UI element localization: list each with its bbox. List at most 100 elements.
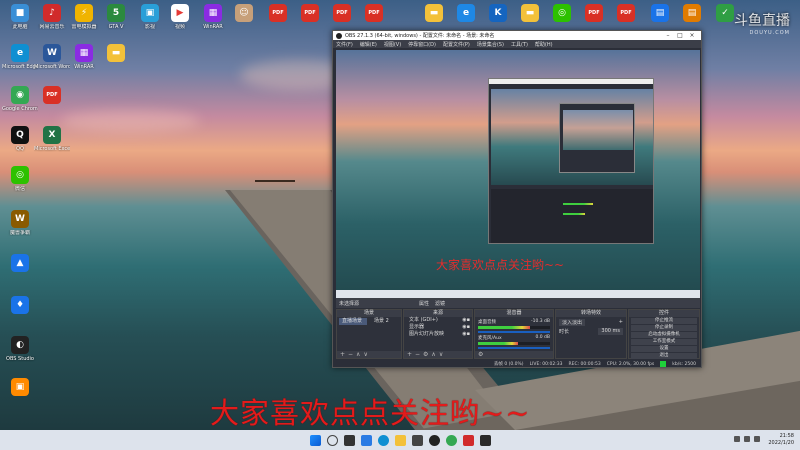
desktop-shortcut[interactable]: ⚡ 雷电模拟器 (66, 4, 102, 30)
menu-tools[interactable]: 工具(T) (511, 41, 528, 48)
virtual-camera-button[interactable]: 启动虚拟摄像机 (631, 332, 697, 338)
scene-item-2[interactable]: 场景 2 (371, 318, 399, 325)
chrome-icon[interactable] (445, 434, 457, 446)
desktop-shortcut[interactable]: ▶ 视频 (162, 4, 198, 30)
menu-profile[interactable]: 配置文件(P) (443, 41, 470, 48)
desktop-shortcut[interactable]: ▣ (2, 378, 38, 398)
volume-slider[interactable] (478, 347, 550, 349)
desktop-shortcut[interactable]: W 魔兽争霸 (2, 210, 38, 236)
channel-level-meter (478, 326, 530, 329)
clock[interactable]: 21:58 2022/1/20 (768, 433, 794, 447)
search-icon[interactable] (326, 434, 338, 446)
stop-streaming-button[interactable]: 停止推流 (631, 318, 697, 324)
menu-docks[interactable]: 停靠窗口(D) (408, 41, 436, 48)
desktop-shortcut[interactable]: ▬ (512, 4, 548, 24)
menu-view[interactable]: 视图(V) (384, 41, 401, 48)
close-icon[interactable]: × (686, 32, 698, 39)
desktop-shortcut[interactable]: e Microsoft Edge (2, 44, 38, 70)
desktop-shortcut[interactable]: ◉ Google Chrome (2, 86, 38, 112)
desktop-shortcut[interactable]: W Microsoft Word (34, 44, 70, 70)
desktop-shortcut[interactable]: Q QQ (2, 126, 38, 152)
desktop-shortcut[interactable]: PDF (292, 4, 328, 24)
lock-icon[interactable]: ▪ (467, 317, 470, 324)
lock-icon[interactable]: ▪ (467, 324, 470, 331)
channel-level-meter (478, 342, 518, 345)
shortcut-label: WinRAR (203, 24, 223, 30)
menu-file[interactable]: 文件(F) (336, 41, 353, 48)
stop-recording-button[interactable]: 停止录制 (631, 325, 697, 331)
desktop-shortcut[interactable]: ▬ (416, 4, 452, 24)
volume-icon[interactable] (754, 436, 760, 442)
desktop-shortcut[interactable]: ▦ WinRAR (66, 44, 102, 70)
settings-button[interactable]: 设置 (631, 346, 697, 352)
app-icon[interactable] (479, 434, 491, 446)
desktop-shortcut[interactable]: PDF (356, 4, 392, 24)
obs-taskbar-icon[interactable] (428, 434, 440, 446)
desktop-shortcut[interactable]: PDF (34, 86, 70, 106)
scenes-dock-footer[interactable]: +−∧∨ (337, 351, 401, 358)
filters-button[interactable]: 滤镜 (435, 300, 445, 307)
desktop-shortcut[interactable]: K (480, 4, 516, 24)
chevron-up-icon[interactable] (734, 436, 740, 442)
desktop-shortcut[interactable]: ◐ OBS Studio (2, 336, 38, 362)
desktop-shortcut[interactable]: ■ 此电脑 (2, 4, 38, 30)
desktop-shortcut[interactable]: PDF (324, 4, 360, 24)
desktop-shortcut[interactable]: X Microsoft Excel (34, 126, 70, 152)
desktop-shortcut[interactable]: ☺ (226, 4, 262, 24)
status-rec: REC: 00:00:53 (568, 361, 601, 367)
folder-icon: ▬ (107, 44, 125, 62)
exit-button[interactable]: 退出 (631, 353, 697, 359)
desktop-shortcut[interactable]: PDF (608, 4, 644, 24)
source-item-text[interactable]: 文本 (GDI+) ◉ ▪ (406, 317, 470, 324)
desktop-shortcut[interactable]: ▤ (674, 4, 710, 24)
transition-select[interactable]: 淡入淡出 (559, 319, 586, 326)
pdf-icon: PDF (301, 4, 319, 22)
desktop-shortcut[interactable]: ♪ 网易云音乐 (34, 4, 70, 30)
obs-preview-canvas[interactable]: 大家喜欢点点关注哟~~ (336, 50, 700, 298)
desktop-shortcut[interactable]: ▬ (98, 44, 134, 64)
desktop-shortcut[interactable]: ♦ (2, 296, 38, 316)
task-view-icon[interactable] (343, 434, 355, 446)
start-icon[interactable] (309, 434, 321, 446)
file-explorer-icon[interactable] (394, 434, 406, 446)
studio-mode-button[interactable]: 工作室模式 (631, 339, 697, 345)
desktop-shortcut[interactable]: PDF (260, 4, 296, 24)
volume-slider[interactable] (478, 331, 550, 333)
properties-button[interactable]: 属性 (419, 300, 429, 307)
scene-item-live[interactable]: 直播场景 (339, 318, 367, 325)
status-bitrate: kb/s: 2500 (672, 361, 696, 367)
maximize-icon[interactable]: □ (674, 32, 686, 39)
store-icon[interactable] (411, 434, 423, 446)
app-icon: ▣ (11, 378, 29, 396)
menu-scene-collection[interactable]: 场景集合(S) (477, 41, 504, 48)
pdf-icon: PDF (617, 4, 635, 22)
widgets-icon[interactable] (360, 434, 372, 446)
add-transition-icon[interactable]: + (619, 319, 623, 326)
lock-icon[interactable]: ▪ (467, 331, 470, 338)
obs-window[interactable]: OBS 27.1.3 (64-bit, windows) - 配置文件: 未命名… (332, 30, 702, 368)
menu-help[interactable]: 帮助(H) (535, 41, 553, 48)
sources-dock-footer[interactable]: +−⚙∧∨ (404, 351, 472, 358)
mixer-dock-footer[interactable]: ⚙ (475, 351, 553, 358)
wifi-icon[interactable] (744, 436, 750, 442)
desktop-shortcut[interactable]: ▲ (2, 254, 38, 274)
transitions-dock-title: 转场特效 (556, 310, 626, 317)
desktop-shortcut[interactable]: ▤ (642, 4, 678, 24)
edge-icon[interactable] (377, 434, 389, 446)
source-item-slideshow[interactable]: 图片幻灯片放映 ◉ ▪ (406, 331, 470, 338)
source-item-display[interactable]: 显示器 ◉ ▪ (406, 324, 470, 331)
duration-label: 时长 (559, 329, 570, 335)
obs-titlebar[interactable]: OBS 27.1.3 (64-bit, windows) - 配置文件: 未命名… (333, 31, 701, 40)
desktop-shortcut[interactable]: 5 GTA V (98, 4, 134, 30)
desktop-shortcut[interactable]: e (448, 4, 484, 24)
controls-dock: 控件 停止推流 停止录制 启动虚拟摄像机 工作室模式 设置 退出 (628, 309, 700, 359)
desktop-shortcut[interactable]: ◎ 微信 (2, 166, 38, 192)
minimize-icon[interactable]: – (662, 32, 674, 39)
menu-edit[interactable]: 编辑(E) (360, 41, 377, 48)
desktop-shortcut[interactable]: ◎ (544, 4, 580, 24)
desktop-shortcut[interactable]: PDF (576, 4, 612, 24)
sources-dock-title: 来源 (404, 310, 472, 317)
app-icon[interactable] (462, 434, 474, 446)
duration-input[interactable]: 300 ms (598, 328, 623, 335)
mixer-channel-desktop: 桌面音频 -10.3 dB (478, 319, 550, 333)
